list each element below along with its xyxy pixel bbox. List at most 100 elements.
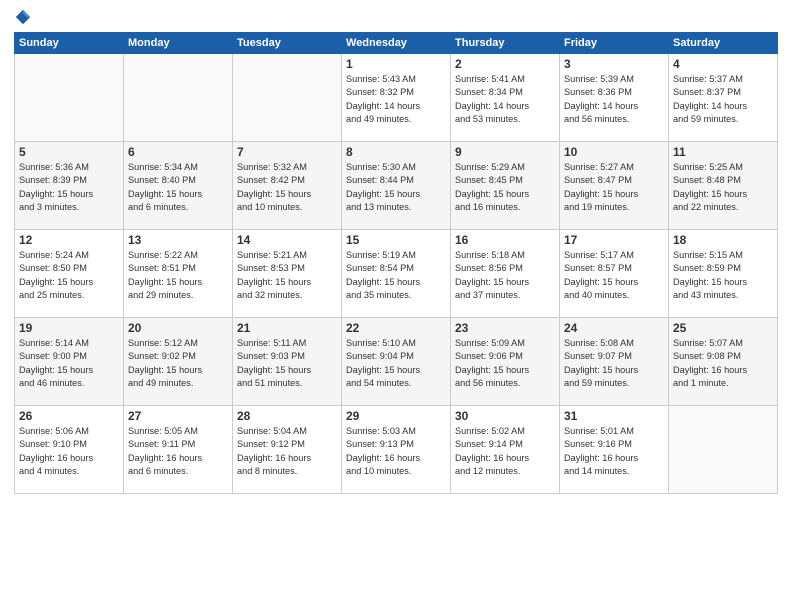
day-info: Sunrise: 5:34 AMSunset: 8:40 PMDaylight:… <box>128 161 228 214</box>
day-info: Sunrise: 5:37 AMSunset: 8:37 PMDaylight:… <box>673 73 773 126</box>
calendar-cell: 23 Sunrise: 5:09 AMSunset: 9:06 PMDayligh… <box>451 318 560 406</box>
day-number: 25 <box>673 321 773 335</box>
day-number: 24 <box>564 321 664 335</box>
calendar-week-1: 1Sunrise: 5:43 AMSunset: 8:32 PMDaylight… <box>15 54 778 142</box>
day-number: 29 <box>346 409 446 423</box>
day-info: Sunrise: 5:18 AMSunset: 8:56 PMDaylight:… <box>455 249 555 302</box>
calendar-cell: 31 Sunrise: 5:01 AMSunset: 9:16 PMDayligh… <box>560 406 669 494</box>
calendar-cell: 15 Sunrise: 5:19 AMSunset: 8:54 PMDayligh… <box>342 230 451 318</box>
day-info: Sunrise: 5:11 AMSunset: 9:03 PMDaylight:… <box>237 337 337 390</box>
day-info: Sunrise: 5:19 AMSunset: 8:54 PMDaylight:… <box>346 249 446 302</box>
day-number: 16 <box>455 233 555 247</box>
calendar-page: SundayMondayTuesdayWednesdayThursdayFrid… <box>0 0 792 504</box>
day-info: Sunrise: 5:24 AMSunset: 8:50 PMDaylight:… <box>19 249 119 302</box>
calendar-cell: 5 Sunrise: 5:36 AMSunset: 8:39 PMDaylight… <box>15 142 124 230</box>
day-number: 30 <box>455 409 555 423</box>
day-info: Sunrise: 5:21 AMSunset: 8:53 PMDaylight:… <box>237 249 337 302</box>
day-number: 7 <box>237 145 337 159</box>
day-info: Sunrise: 5:10 AMSunset: 9:04 PMDaylight:… <box>346 337 446 390</box>
calendar-cell <box>233 54 342 142</box>
day-info: Sunrise: 5:07 AMSunset: 9:08 PMDaylight:… <box>673 337 773 390</box>
day-info: Sunrise: 5:41 AMSunset: 8:34 PMDaylight:… <box>455 73 555 126</box>
day-info: Sunrise: 5:04 AMSunset: 9:12 PMDaylight:… <box>237 425 337 478</box>
calendar-cell: 10 Sunrise: 5:27 AMSunset: 8:47 PMDayligh… <box>560 142 669 230</box>
calendar-cell: 3Sunrise: 5:39 AMSunset: 8:36 PMDaylight… <box>560 54 669 142</box>
day-number: 13 <box>128 233 228 247</box>
calendar-cell: 26Sunrise: 5:06 AMSunset: 9:10 PMDayligh… <box>15 406 124 494</box>
calendar-cell <box>124 54 233 142</box>
calendar-cell: 8 Sunrise: 5:30 AMSunset: 8:44 PMDaylight… <box>342 142 451 230</box>
day-number: 2 <box>455 57 555 71</box>
calendar-cell: 7Sunrise: 5:32 AMSunset: 8:42 PMDaylight… <box>233 142 342 230</box>
day-number: 10 <box>564 145 664 159</box>
calendar-cell: 4 Sunrise: 5:37 AMSunset: 8:37 PMDaylight… <box>669 54 778 142</box>
day-number: 15 <box>346 233 446 247</box>
calendar-cell: 14 Sunrise: 5:21 AMSunset: 8:53 PMDayligh… <box>233 230 342 318</box>
day-info: Sunrise: 5:01 AMSunset: 9:16 PMDaylight:… <box>564 425 664 478</box>
calendar-cell <box>15 54 124 142</box>
day-number: 18 <box>673 233 773 247</box>
day-number: 9 <box>455 145 555 159</box>
calendar-cell: 21 Sunrise: 5:11 AMSunset: 9:03 PMDayligh… <box>233 318 342 406</box>
day-number: 31 <box>564 409 664 423</box>
calendar-cell: 11Sunrise: 5:25 AMSunset: 8:48 PMDayligh… <box>669 142 778 230</box>
day-info: Sunrise: 5:22 AMSunset: 8:51 PMDaylight:… <box>128 249 228 302</box>
calendar-cell: 27Sunrise: 5:05 AMSunset: 9:11 PMDayligh… <box>124 406 233 494</box>
header-row: SundayMondayTuesdayWednesdayThursdayFrid… <box>15 33 778 54</box>
calendar-cell: 17 Sunrise: 5:17 AMSunset: 8:57 PMDayligh… <box>560 230 669 318</box>
calendar-cell: 16 Sunrise: 5:18 AMSunset: 8:56 PMDayligh… <box>451 230 560 318</box>
day-info: Sunrise: 5:39 AMSunset: 8:36 PMDaylight:… <box>564 73 664 126</box>
calendar-header <box>14 10 778 26</box>
day-number: 17 <box>564 233 664 247</box>
day-info: Sunrise: 5:36 AMSunset: 8:39 PMDaylight:… <box>19 161 119 214</box>
day-info: Sunrise: 5:12 AMSunset: 9:02 PMDaylight:… <box>128 337 228 390</box>
header-cell-tuesday: Tuesday <box>233 33 342 54</box>
day-number: 5 <box>19 145 119 159</box>
day-info: Sunrise: 5:02 AMSunset: 9:14 PMDaylight:… <box>455 425 555 478</box>
header-cell-sunday: Sunday <box>15 33 124 54</box>
calendar-cell: 29 Sunrise: 5:03 AMSunset: 9:13 PMDayligh… <box>342 406 451 494</box>
day-info: Sunrise: 5:14 AMSunset: 9:00 PMDaylight:… <box>19 337 119 390</box>
header-cell-saturday: Saturday <box>669 33 778 54</box>
day-info: Sunrise: 5:15 AMSunset: 8:59 PMDaylight:… <box>673 249 773 302</box>
calendar-cell: 6Sunrise: 5:34 AMSunset: 8:40 PMDaylight… <box>124 142 233 230</box>
calendar-cell: 28 Sunrise: 5:04 AMSunset: 9:12 PMDayligh… <box>233 406 342 494</box>
calendar-cell: 20Sunrise: 5:12 AMSunset: 9:02 PMDayligh… <box>124 318 233 406</box>
header-cell-thursday: Thursday <box>451 33 560 54</box>
header-cell-monday: Monday <box>124 33 233 54</box>
day-number: 1 <box>346 57 446 71</box>
day-number: 28 <box>237 409 337 423</box>
day-number: 22 <box>346 321 446 335</box>
day-number: 11 <box>673 145 773 159</box>
day-number: 23 <box>455 321 555 335</box>
calendar-cell: 12 Sunrise: 5:24 AMSunset: 8:50 PMDayligh… <box>15 230 124 318</box>
calendar-cell: 25 Sunrise: 5:07 AMSunset: 9:08 PMDayligh… <box>669 318 778 406</box>
day-number: 14 <box>237 233 337 247</box>
calendar-cell: 13 Sunrise: 5:22 AMSunset: 8:51 PMDayligh… <box>124 230 233 318</box>
calendar-cell: 19 Sunrise: 5:14 AMSunset: 9:00 PMDayligh… <box>15 318 124 406</box>
calendar-cell: 22 Sunrise: 5:10 AMSunset: 9:04 PMDayligh… <box>342 318 451 406</box>
day-number: 8 <box>346 145 446 159</box>
calendar-week-5: 26Sunrise: 5:06 AMSunset: 9:10 PMDayligh… <box>15 406 778 494</box>
day-number: 19 <box>19 321 119 335</box>
day-info: Sunrise: 5:06 AMSunset: 9:10 PMDaylight:… <box>19 425 119 478</box>
day-info: Sunrise: 5:17 AMSunset: 8:57 PMDaylight:… <box>564 249 664 302</box>
day-info: Sunrise: 5:03 AMSunset: 9:13 PMDaylight:… <box>346 425 446 478</box>
day-info: Sunrise: 5:30 AMSunset: 8:44 PMDaylight:… <box>346 161 446 214</box>
calendar-cell: 30 Sunrise: 5:02 AMSunset: 9:14 PMDayligh… <box>451 406 560 494</box>
day-info: Sunrise: 5:29 AMSunset: 8:45 PMDaylight:… <box>455 161 555 214</box>
logo-icon <box>14 8 32 26</box>
day-number: 21 <box>237 321 337 335</box>
calendar-week-2: 5 Sunrise: 5:36 AMSunset: 8:39 PMDaylight… <box>15 142 778 230</box>
calendar-cell: 24 Sunrise: 5:08 AMSunset: 9:07 PMDayligh… <box>560 318 669 406</box>
logo <box>14 10 34 26</box>
day-info: Sunrise: 5:08 AMSunset: 9:07 PMDaylight:… <box>564 337 664 390</box>
day-info: Sunrise: 5:05 AMSunset: 9:11 PMDaylight:… <box>128 425 228 478</box>
calendar-cell: 1Sunrise: 5:43 AMSunset: 8:32 PMDaylight… <box>342 54 451 142</box>
header-cell-friday: Friday <box>560 33 669 54</box>
day-info: Sunrise: 5:27 AMSunset: 8:47 PMDaylight:… <box>564 161 664 214</box>
day-number: 4 <box>673 57 773 71</box>
day-number: 12 <box>19 233 119 247</box>
calendar-week-4: 19 Sunrise: 5:14 AMSunset: 9:00 PMDayligh… <box>15 318 778 406</box>
day-info: Sunrise: 5:09 AMSunset: 9:06 PMDaylight:… <box>455 337 555 390</box>
